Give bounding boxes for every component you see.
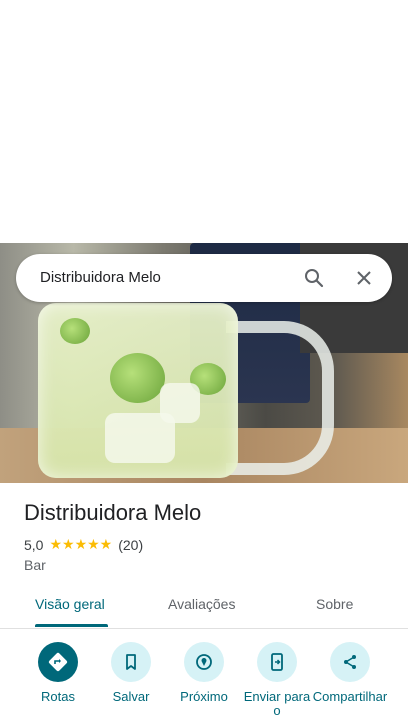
directions-label: Rotas <box>41 689 75 704</box>
reviews-count: (20) <box>118 536 144 553</box>
rating-row[interactable]: 5,0 ★★★★★ (20) <box>24 536 143 553</box>
save-label: Salvar <box>112 689 150 704</box>
place-title: Distribuidora Melo <box>24 500 202 525</box>
map-blank-area <box>0 0 408 243</box>
active-tab-indicator <box>35 624 108 627</box>
share-icon <box>330 642 370 682</box>
nearby-label: Próximo <box>180 689 228 704</box>
directions-icon <box>38 642 78 682</box>
ice-cube <box>160 383 200 423</box>
lime-slice <box>110 353 165 403</box>
action-bar: Rotas Salvar Próximo Enviar para o Compa… <box>0 640 408 726</box>
share-button[interactable]: Compartilhar <box>312 640 388 704</box>
close-icon[interactable] <box>352 266 376 290</box>
place-category[interactable]: Bar <box>24 557 46 573</box>
rating-value: 5,0 <box>24 536 44 553</box>
tab-overview[interactable]: Visão geral <box>35 596 105 612</box>
search-query[interactable]: Distribuidora Melo <box>40 269 161 286</box>
bookmark-icon <box>111 642 151 682</box>
send-to-phone-label: Enviar para o <box>243 689 311 718</box>
search-bar[interactable]: Distribuidora Melo <box>16 254 392 302</box>
save-button[interactable]: Salvar <box>93 640 169 704</box>
tab-about[interactable]: Sobre <box>316 596 353 612</box>
jar-handle <box>226 321 334 475</box>
send-to-phone-button[interactable]: Enviar para o <box>239 640 315 718</box>
send-to-phone-icon <box>257 642 297 682</box>
nearby-icon <box>184 642 224 682</box>
star-icons: ★★★★★ <box>49 536 113 552</box>
nearby-button[interactable]: Próximo <box>166 640 242 704</box>
lime-slice <box>60 318 90 344</box>
share-label: Compartilhar <box>312 689 388 704</box>
tab-reviews[interactable]: Avaliações <box>168 596 235 612</box>
directions-button[interactable]: Rotas <box>20 640 96 704</box>
tab-bar: Visão geral Avaliações Sobre <box>0 584 408 629</box>
search-icon[interactable] <box>302 266 326 290</box>
